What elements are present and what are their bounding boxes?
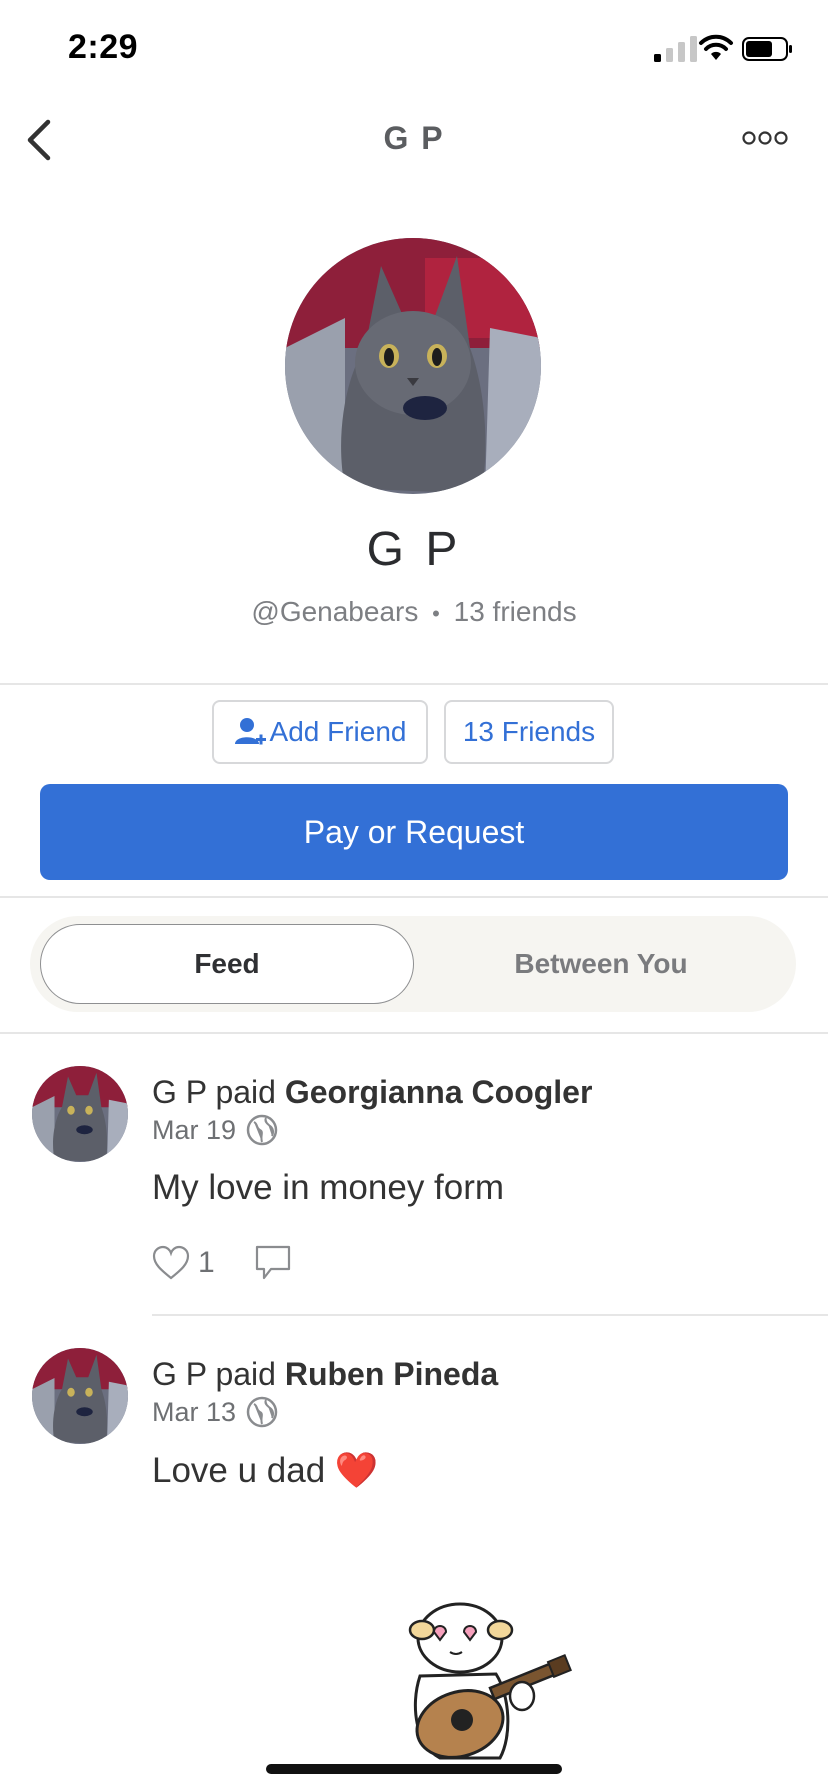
- profile-avatar: [285, 238, 541, 494]
- more-icon[interactable]: [742, 130, 788, 146]
- tab-between-you[interactable]: Between You: [414, 924, 788, 1004]
- like-count: 1: [198, 1246, 215, 1279]
- wifi-icon: [699, 34, 733, 60]
- payer-name[interactable]: G P: [152, 1074, 207, 1110]
- post-title: G P paid Georgianna Coogler: [152, 1074, 592, 1111]
- add-friend-label: Add Friend: [269, 716, 407, 747]
- mascot-illustration: [408, 1602, 572, 1760]
- cellular-signal-icon: [654, 36, 697, 62]
- divider: [0, 683, 828, 685]
- pay-or-request-button[interactable]: Pay or Request: [40, 784, 788, 880]
- cat-photo-image: [32, 1348, 128, 1444]
- tab-feed[interactable]: Feed: [40, 924, 414, 1004]
- comment-icon[interactable]: [253, 1244, 293, 1282]
- payment-verb: paid: [215, 1356, 276, 1392]
- globe-icon: [246, 1396, 278, 1428]
- payer-name[interactable]: G P: [152, 1356, 207, 1392]
- nav-title: G P: [383, 120, 445, 156]
- post-date: Mar 13: [152, 1396, 278, 1428]
- date-text: Mar 13: [152, 1396, 237, 1427]
- profile-subline: @Genabears • 13 friends: [0, 596, 828, 628]
- divider: [0, 896, 828, 898]
- profile-name: G P: [366, 523, 462, 576]
- post-note: My love in money form: [152, 1168, 505, 1207]
- post-note: Love u dad ❤️: [152, 1451, 379, 1490]
- add-friend-button[interactable]: Add Friend: [212, 700, 428, 764]
- separator-dot: •: [432, 601, 440, 626]
- post-actions: 1: [152, 1244, 293, 1282]
- heart-icon[interactable]: [152, 1245, 190, 1281]
- home-indicator[interactable]: [266, 1764, 562, 1774]
- payee-name[interactable]: Ruben Pineda: [285, 1356, 498, 1392]
- post-date: Mar 19: [152, 1114, 278, 1146]
- post-avatar[interactable]: [32, 1348, 128, 1444]
- add-person-icon: [234, 718, 266, 745]
- date-text: Mar 19: [152, 1114, 237, 1145]
- divider: [0, 1032, 828, 1034]
- friends-count[interactable]: 13 friends: [454, 596, 577, 627]
- divider: [152, 1314, 828, 1316]
- post-title: G P paid Ruben Pineda: [152, 1356, 498, 1393]
- friends-button[interactable]: 13 Friends: [444, 700, 614, 764]
- cat-photo-image: [32, 1066, 128, 1162]
- status-time: 2:29: [68, 28, 139, 66]
- globe-icon: [246, 1114, 278, 1146]
- cat-photo-image: [285, 238, 541, 494]
- username: @Genabears: [251, 596, 419, 627]
- post-avatar[interactable]: [32, 1066, 128, 1162]
- battery-icon: [742, 37, 792, 61]
- payee-name[interactable]: Georgianna Coogler: [285, 1074, 593, 1110]
- payment-verb: paid: [215, 1074, 276, 1110]
